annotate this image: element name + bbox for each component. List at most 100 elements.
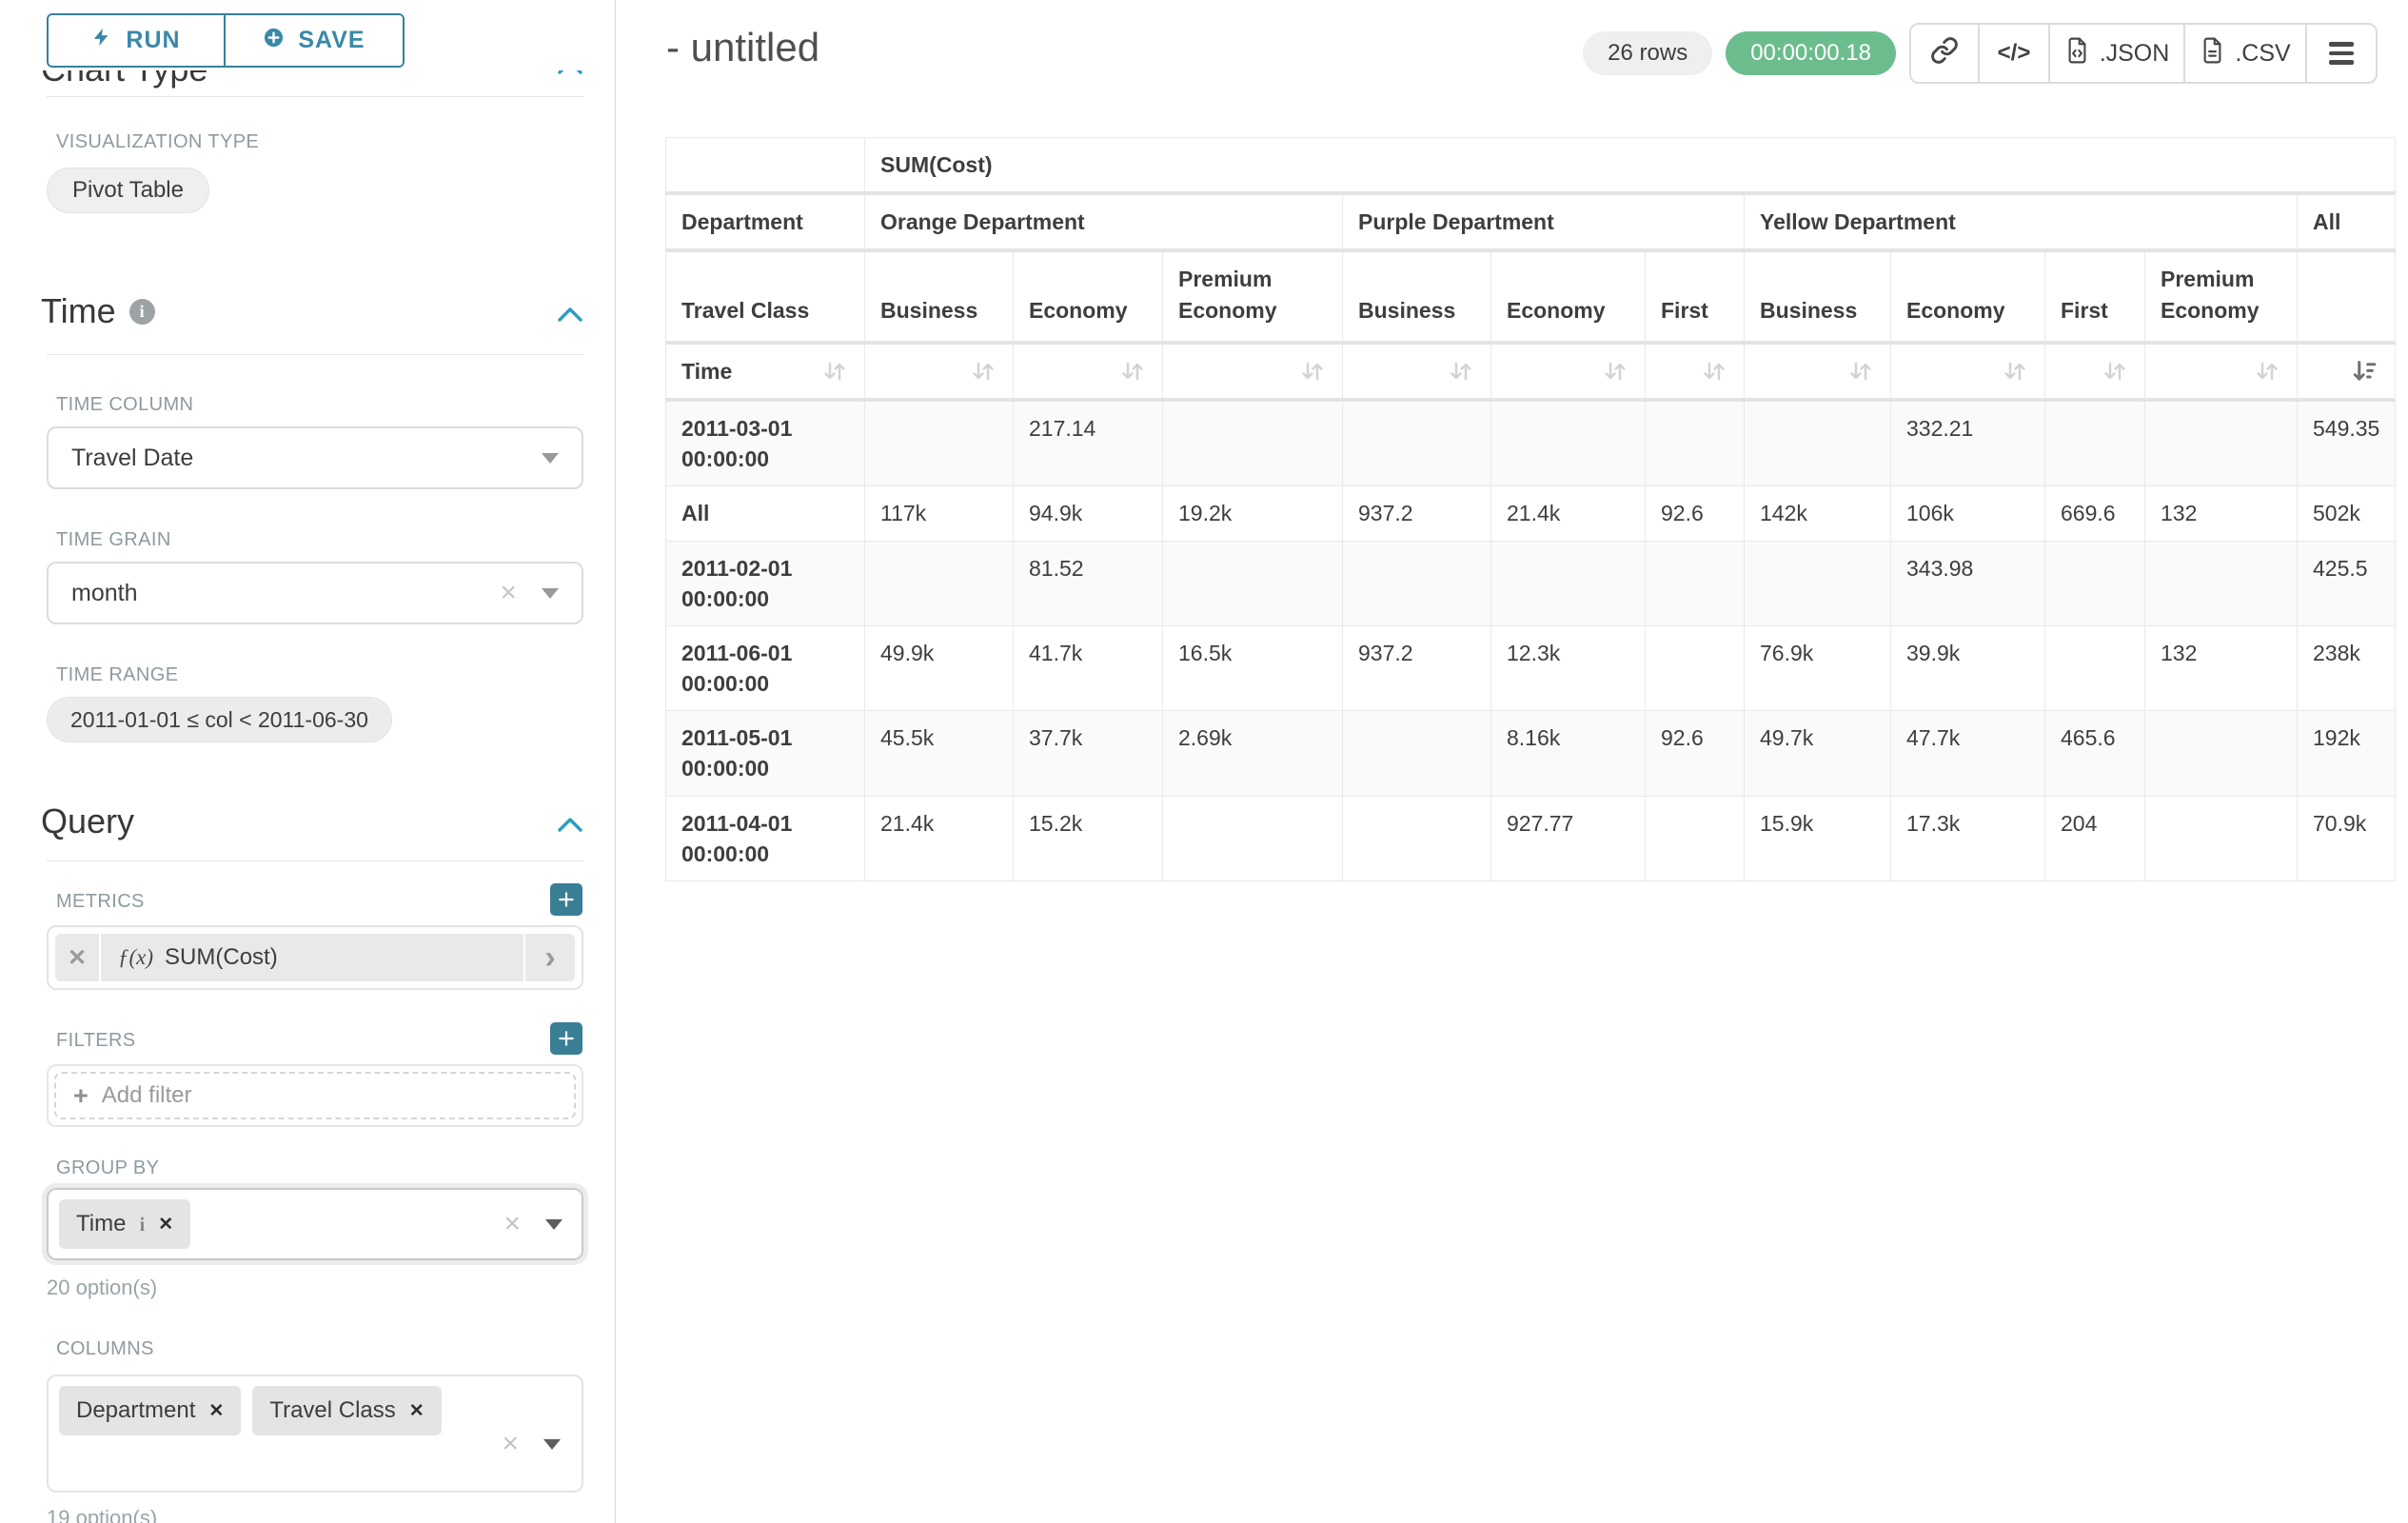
pivot-value-cell: 217.14 (1014, 400, 1163, 486)
columns-options-hint: 19 option(s) (47, 1506, 157, 1523)
pivot-sort-cell[interactable] (1646, 343, 1745, 400)
remove-chip-icon[interactable]: ✕ (158, 1214, 173, 1236)
plus-icon: + (73, 1081, 89, 1111)
query-collapse-chevron-icon[interactable] (557, 801, 583, 841)
export-json-button[interactable]: .JSON (2050, 25, 2185, 82)
divider (47, 354, 583, 355)
pivot-sort-cell[interactable] (1491, 343, 1646, 400)
time-range-label: TIME RANGE (56, 664, 178, 686)
pivot-sort-cell[interactable] (865, 343, 1014, 400)
pivot-class-header: Economy (1491, 250, 1646, 342)
columns-chip-department[interactable]: Department ✕ (59, 1386, 241, 1435)
pivot-value-cell: 927.77 (1491, 796, 1646, 880)
sort-icon[interactable] (2101, 357, 2129, 386)
pivot-value-cell (2145, 796, 2298, 880)
pivot-class-header: First (2045, 250, 2145, 342)
view-query-button[interactable]: </> (1980, 25, 2050, 82)
add-filter-dropzone[interactable]: + Add filter (54, 1072, 576, 1119)
time-grain-value: month (71, 580, 137, 607)
pivot-value-cell (1491, 541, 1646, 625)
query-duration-badge: 00:00:00.18 (1726, 31, 1896, 75)
sort-icon[interactable] (2253, 357, 2281, 386)
code-icon: </> (1998, 40, 2031, 67)
pivot-value-cell (1163, 541, 1343, 625)
info-icon: i (129, 299, 155, 325)
pivot-sort-cell[interactable] (1891, 343, 2045, 400)
chevron-down-icon (542, 588, 559, 599)
clear-icon[interactable]: × (500, 579, 517, 607)
run-button-label: RUN (126, 27, 180, 54)
metric-pill[interactable]: ✕ ƒ(x) SUM(Cost) › (55, 934, 575, 981)
pivot-group-header: Yellow Department (1745, 193, 2298, 250)
pivot-value-cell: 19.2k (1163, 486, 1343, 541)
pivot-value-cell: 49.9k (865, 625, 1014, 710)
time-column-select[interactable]: Travel Date (47, 426, 583, 489)
pivot-row-label: All (666, 486, 865, 541)
sort-icon[interactable] (1118, 357, 1147, 386)
pivot-class-header: Economy (1014, 250, 1163, 342)
time-section-heading: Time i (41, 291, 583, 331)
pivot-value-cell (1163, 400, 1343, 486)
pivot-value-cell (1343, 541, 1491, 625)
time-range-value[interactable]: 2011-01-01 ≤ col < 2011-06-30 (47, 697, 392, 742)
group-by-chip-time[interactable]: Time i ✕ (59, 1199, 190, 1249)
sort-icon[interactable] (1601, 357, 1629, 386)
pivot-value-cell (2145, 711, 2298, 796)
pivot-value-cell: 94.9k (1014, 486, 1163, 541)
sort-icon[interactable] (1298, 357, 1327, 386)
visualization-type-value[interactable]: Pivot Table (47, 168, 209, 213)
chart-title[interactable]: - untitled (666, 25, 819, 70)
pivot-value-cell: 81.52 (1014, 541, 1163, 625)
columns-select[interactable]: Department ✕ Travel Class ✕ × (47, 1375, 583, 1493)
group-by-select[interactable]: Time i ✕ × (47, 1188, 583, 1260)
copy-link-button[interactable] (1911, 25, 1980, 82)
time-collapse-chevron-icon[interactable] (557, 291, 583, 331)
add-filter-plus-button[interactable] (550, 1022, 582, 1055)
chevron-down-icon (545, 1219, 563, 1230)
pivot-sort-cell[interactable] (2145, 343, 2298, 400)
export-csv-button[interactable]: .CSV (2185, 25, 2307, 82)
pivot-corner-blank (666, 138, 865, 194)
pivot-value-cell (2045, 625, 2145, 710)
pivot-value-cell: 142k (1745, 486, 1891, 541)
pivot-sort-cell-time[interactable]: Time (666, 343, 865, 400)
pivot-sort-cell[interactable] (2298, 343, 2396, 400)
more-options-button[interactable] (2307, 25, 2376, 82)
metric-label[interactable]: ƒ(x) SUM(Cost) (101, 934, 523, 981)
sort-icon[interactable] (969, 357, 997, 386)
pivot-value-cell (2045, 541, 2145, 625)
clear-icon[interactable]: × (502, 1430, 519, 1458)
pivot-class-header: Business (1343, 250, 1491, 342)
save-button[interactable]: SAVE (224, 15, 403, 66)
pivot-sort-cell[interactable] (2045, 343, 2145, 400)
clear-icon[interactable]: × (503, 1210, 521, 1238)
pivot-value-cell (1343, 400, 1491, 486)
pivot-group-header: Purple Department (1343, 193, 1745, 250)
remove-chip-icon[interactable]: ✕ (409, 1400, 424, 1422)
sort-desc-icon[interactable] (2351, 357, 2379, 386)
save-button-label: SAVE (298, 27, 365, 54)
pivot-sort-cell[interactable] (1745, 343, 1891, 400)
pivot-value-cell: 41.7k (1014, 625, 1163, 710)
add-metric-button[interactable] (550, 883, 582, 916)
time-section-title: Time (41, 291, 116, 331)
sort-icon[interactable] (2001, 357, 2029, 386)
pivot-class-header: Business (1745, 250, 1891, 342)
columns-chip-travel-class[interactable]: Travel Class ✕ (252, 1386, 441, 1435)
time-grain-select[interactable]: month × (47, 562, 583, 624)
sort-icon[interactable] (1700, 357, 1728, 386)
pivot-value-cell (1646, 541, 1745, 625)
columns-label: COLUMNS (56, 1338, 154, 1360)
remove-metric-icon[interactable]: ✕ (55, 934, 99, 981)
pivot-sort-cell[interactable] (1163, 343, 1343, 400)
run-button[interactable]: RUN (49, 15, 224, 66)
pivot-value-cell: 204 (2045, 796, 2145, 880)
pivot-value-cell: 17.3k (1891, 796, 2045, 880)
sort-icon[interactable] (1846, 357, 1875, 386)
sort-icon[interactable] (820, 357, 849, 386)
chevron-right-icon[interactable]: › (525, 934, 575, 981)
sort-icon[interactable] (1447, 357, 1475, 386)
pivot-sort-cell[interactable] (1014, 343, 1163, 400)
pivot-sort-cell[interactable] (1343, 343, 1491, 400)
remove-chip-icon[interactable]: ✕ (208, 1400, 224, 1422)
